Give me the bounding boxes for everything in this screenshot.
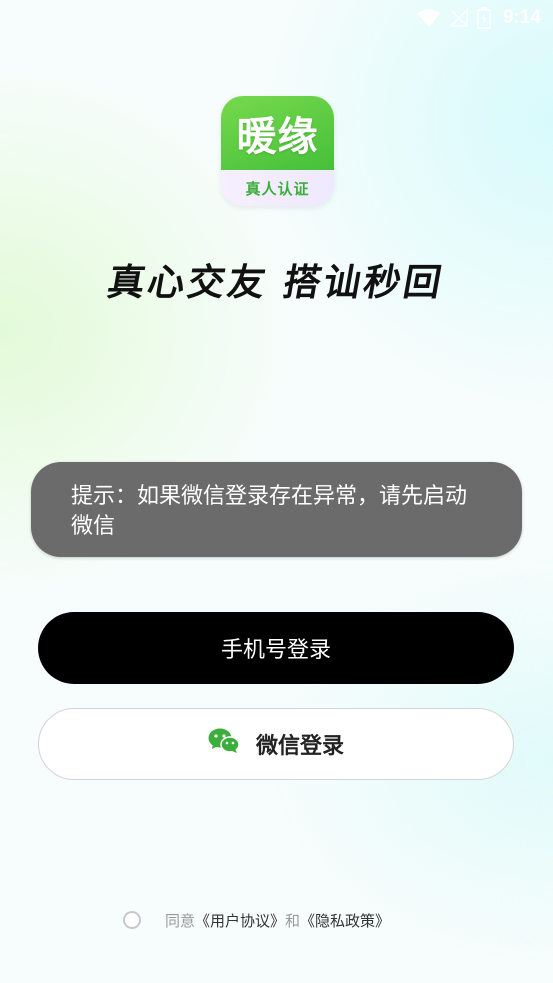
agreement-checkbox[interactable] [123,911,141,929]
logo-title: 暖缘 [236,114,319,160]
toast-text: 提示：如果微信登录存在异常，请先启动微信 [71,484,468,539]
logo-bottom: 真人认证 [221,170,334,206]
wechat-icon [208,728,240,760]
logo-top: 暖缘 [221,96,334,170]
user-agreement-link[interactable]: 《用户协议》 [195,910,285,931]
status-time: 9:14 [502,7,541,28]
wechat-login-button[interactable]: 微信登录 [38,708,514,780]
wechat-login-label: 微信登录 [255,734,344,759]
phone-login-label: 手机号登录 [220,638,331,663]
signal-off-icon [449,8,469,28]
agreement-conjunction: 和 [285,911,301,930]
privacy-policy-link[interactable]: 《隐私政策》 [300,910,390,931]
agreement-row: 同意 《用户协议》 和 《隐私政策》 [123,908,390,932]
status-bar: 9:14 [417,0,553,36]
toast-message: 提示：如果微信登录存在异常，请先启动微信 [31,462,522,557]
wifi-icon [417,8,441,28]
logo-badge: 真人认证 [245,179,310,198]
app-logo: 暖缘 真人认证 [221,96,334,206]
agreement-prefix: 同意 [165,911,196,930]
battery-icon [476,7,491,29]
phone-login-button[interactable]: 手机号登录 [38,612,514,684]
slogan: 真心交友 搭讪秒回 [104,261,448,304]
